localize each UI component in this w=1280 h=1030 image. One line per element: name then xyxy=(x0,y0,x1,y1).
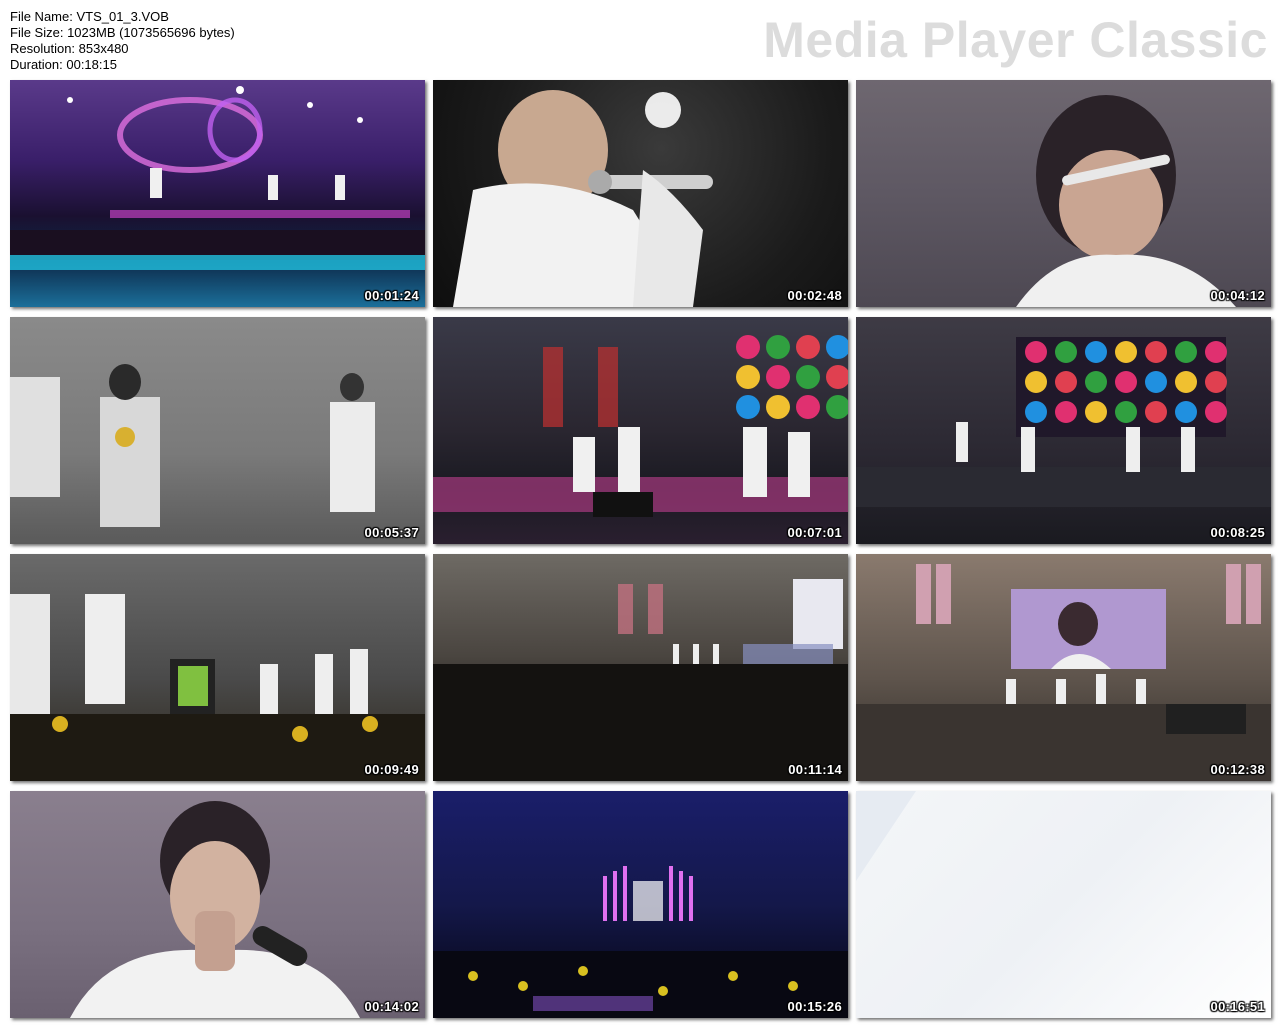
thumbnail-image-4 xyxy=(10,317,425,544)
thumbnail-image-11 xyxy=(433,791,848,1018)
video-thumbnail-8[interactable]: 00:11:14 xyxy=(433,554,848,781)
video-thumbnail-2[interactable]: 00:02:48 xyxy=(433,80,848,307)
timestamp-label: 00:02:48 xyxy=(787,288,842,303)
timestamp-label: 00:16:51 xyxy=(1210,999,1265,1014)
thumbnail-image-7 xyxy=(10,554,425,781)
thumbnail-image-3 xyxy=(856,80,1271,307)
thumbnail-image-1 xyxy=(10,80,425,307)
duration-text: Duration: 00:18:15 xyxy=(10,57,117,72)
thumbnail-image-12 xyxy=(856,791,1271,1018)
thumbnail-image-9 xyxy=(856,554,1271,781)
video-thumbnail-6[interactable]: 00:08:25 xyxy=(856,317,1271,544)
timestamp-label: 00:14:02 xyxy=(364,999,419,1014)
timestamp-label: 00:11:14 xyxy=(788,762,842,777)
video-thumbnail-4[interactable]: 00:05:37 xyxy=(10,317,425,544)
timestamp-label: 00:04:12 xyxy=(1210,288,1265,303)
video-thumbnail-11[interactable]: 00:15:26 xyxy=(433,791,848,1018)
timestamp-label: 00:08:25 xyxy=(1210,525,1265,540)
file-size-text: File Size: 1023MB (1073565696 bytes) xyxy=(10,25,235,40)
video-thumbnail-10[interactable]: 00:14:02 xyxy=(10,791,425,1018)
thumbnail-image-8 xyxy=(433,554,848,781)
resolution-text: Resolution: 853x480 xyxy=(10,41,129,56)
thumbnail-image-10 xyxy=(10,791,425,1018)
video-thumbnail-12[interactable]: 00:16:51 xyxy=(856,791,1271,1018)
thumbnail-image-5 xyxy=(433,317,848,544)
timestamp-label: 00:05:37 xyxy=(364,525,419,540)
timestamp-label: 00:15:26 xyxy=(787,999,842,1014)
video-thumbnail-3[interactable]: 00:04:12 xyxy=(856,80,1271,307)
timestamp-label: 00:12:38 xyxy=(1210,762,1265,777)
file-info-block: File Name: VTS_01_3.VOB File Size: 1023M… xyxy=(10,9,235,73)
thumbnail-image-2 xyxy=(433,80,848,307)
thumbnail-image-6 xyxy=(856,317,1271,544)
brand-title: Media Player Classic xyxy=(763,12,1268,68)
timestamp-label: 00:01:24 xyxy=(364,288,419,303)
timestamp-label: 00:09:49 xyxy=(364,762,419,777)
thumbnail-sheet: File Name: VTS_01_3.VOB File Size: 1023M… xyxy=(0,0,1280,1030)
file-name-text: File Name: VTS_01_3.VOB xyxy=(10,9,169,24)
video-thumbnail-1[interactable]: 00:01:24 xyxy=(10,80,425,307)
video-thumbnail-9[interactable]: 00:12:38 xyxy=(856,554,1271,781)
timestamp-label: 00:07:01 xyxy=(787,525,842,540)
video-thumbnail-5[interactable]: 00:07:01 xyxy=(433,317,848,544)
video-thumbnail-7[interactable]: 00:09:49 xyxy=(10,554,425,781)
